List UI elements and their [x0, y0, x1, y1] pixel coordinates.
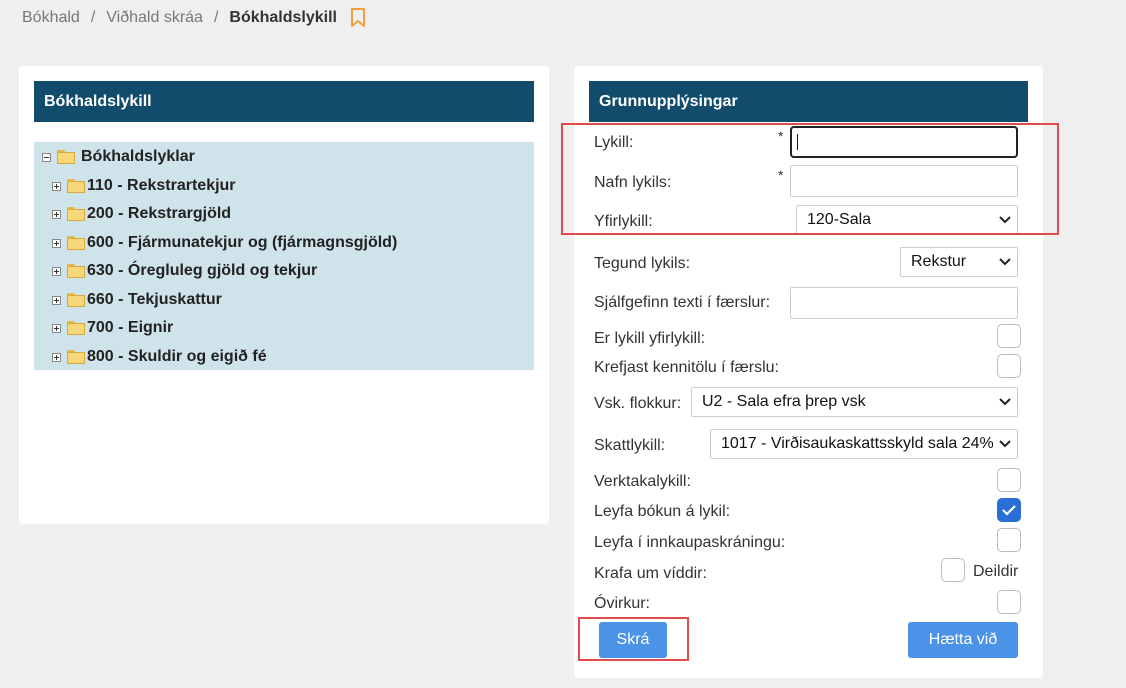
- folder-icon: [67, 236, 85, 250]
- vsk-flokkur-select[interactable]: U2 - Sala efra þrep vsk: [691, 387, 1018, 417]
- krafa-um-viddir-label: Krafa um víddir:: [594, 565, 707, 582]
- chevron-down-icon: [999, 258, 1011, 266]
- tree-item-label: 630 - Óregluleg gjöld og tekjur: [87, 262, 318, 279]
- skattlykill-select[interactable]: 1017 - Virðisaukaskattsskyld sala 24%: [710, 429, 1018, 459]
- skattlykill-label: Skattlykill:: [594, 437, 666, 454]
- chevron-down-icon: [999, 398, 1011, 406]
- tree-root-label: Bókhaldslyklar: [81, 148, 195, 165]
- tree-item[interactable]: 200 - Rekstrargjöld: [52, 203, 231, 225]
- breadcrumb-item-bokhald[interactable]: Bókhald: [22, 9, 80, 27]
- expand-icon[interactable]: [52, 238, 61, 248]
- leyfa-innkaup-label: Leyfa í innkaupaskráningu:: [594, 534, 786, 551]
- sjalfgefinn-texti-input[interactable]: [790, 287, 1018, 319]
- expand-icon[interactable]: [52, 295, 61, 305]
- breadcrumb-item-vidhald[interactable]: Viðhald skráa: [106, 9, 203, 27]
- folder-icon: [67, 293, 85, 307]
- expand-icon[interactable]: [52, 266, 61, 276]
- breadcrumb: Bókhald / Viðhald skráa / Bókhaldslykill: [22, 8, 366, 28]
- skattlykill-value: 1017 - Virðisaukaskattsskyld sala 24%: [721, 435, 993, 452]
- checkmark-icon: [1002, 505, 1016, 516]
- account-tree: Bókhaldslyklar 110 - Rekstrartekjur 200 …: [34, 142, 534, 370]
- collapse-icon[interactable]: [42, 152, 51, 162]
- er-lykill-yfirlykill-label: Er lykill yfirlykill:: [594, 330, 706, 347]
- tree-item[interactable]: 630 - Óregluleg gjöld og tekjur: [52, 260, 317, 282]
- tree-item[interactable]: 600 - Fjármunatekjur og (fjármagnsgjöld): [52, 232, 397, 254]
- folder-icon: [67, 207, 85, 221]
- tegund-lykils-select[interactable]: Rekstur: [900, 247, 1018, 277]
- tree-item-label: 600 - Fjármunatekjur og (fjármagnsgjöld): [87, 234, 398, 251]
- deildir-label: Deildir: [973, 563, 1019, 580]
- highlight-box: [578, 617, 689, 661]
- expand-icon[interactable]: [52, 209, 61, 219]
- expand-icon[interactable]: [52, 323, 61, 333]
- breadcrumb-separator: /: [90, 9, 96, 26]
- sjalfgefinn-texti-label: Sjálfgefinn texti í færslur:: [594, 294, 771, 311]
- account-tree-panel: Bókhaldslykill Bókhaldslyklar 110 - Reks…: [19, 66, 549, 524]
- verktakalykill-checkbox[interactable]: [997, 468, 1021, 492]
- tree-item-label: 700 - Eignir: [87, 319, 174, 336]
- tree-item[interactable]: 110 - Rekstrartekjur: [52, 175, 236, 197]
- bookmark-icon[interactable]: [350, 8, 366, 28]
- expand-icon[interactable]: [52, 352, 61, 362]
- deildir-checkbox[interactable]: [941, 558, 965, 582]
- tree-item-label: 200 - Rekstrargjöld: [87, 205, 232, 222]
- ovirkur-checkbox[interactable]: [997, 590, 1021, 614]
- leyfa-bokun-checkbox[interactable]: [997, 498, 1021, 522]
- tree-item-label: 800 - Skuldir og eigið fé: [87, 348, 267, 365]
- folder-icon: [67, 264, 85, 278]
- folder-icon: [67, 321, 85, 335]
- tree-item-label: 110 - Rekstrartekjur: [87, 177, 236, 194]
- tree-item[interactable]: 700 - Eignir: [52, 317, 173, 339]
- tree-item-label: 660 - Tekjuskattur: [87, 291, 222, 308]
- tree-root[interactable]: Bókhaldslyklar: [42, 146, 195, 168]
- krefjast-kennitolu-checkbox[interactable]: [997, 354, 1021, 378]
- vsk-flokkur-label: Vsk. flokkur:: [594, 395, 682, 412]
- folder-icon: [67, 179, 85, 193]
- account-tree-panel-title: Bókhaldslykill: [34, 81, 534, 122]
- tegund-lykils-label: Tegund lykils:: [594, 255, 691, 272]
- folder-icon: [57, 150, 75, 164]
- folder-icon: [67, 350, 85, 364]
- verktakalykill-label: Verktakalykill:: [594, 473, 691, 490]
- tree-item[interactable]: 800 - Skuldir og eigið fé: [52, 346, 267, 368]
- breadcrumb-separator: /: [213, 9, 219, 26]
- vsk-flokkur-value: U2 - Sala efra þrep vsk: [702, 393, 866, 410]
- chevron-down-icon: [999, 440, 1011, 448]
- er-lykill-yfirlykill-checkbox[interactable]: [997, 324, 1021, 348]
- basic-info-panel-title: Grunnupplýsingar: [589, 81, 1028, 122]
- highlight-box: [561, 123, 1059, 235]
- tree-item[interactable]: 660 - Tekjuskattur: [52, 289, 222, 311]
- leyfa-bokun-label: Leyfa bókun á lykil:: [594, 503, 731, 520]
- expand-icon[interactable]: [52, 181, 61, 191]
- leyfa-innkaup-checkbox[interactable]: [997, 528, 1021, 552]
- ovirkur-label: Óvirkur:: [594, 595, 650, 612]
- cancel-button[interactable]: Hætta við: [908, 622, 1018, 658]
- tegund-lykils-value: Rekstur: [911, 253, 967, 270]
- krefjast-kennitolu-label: Krefjast kennitölu í færslu:: [594, 359, 779, 376]
- breadcrumb-current: Bókhaldslykill: [229, 9, 337, 26]
